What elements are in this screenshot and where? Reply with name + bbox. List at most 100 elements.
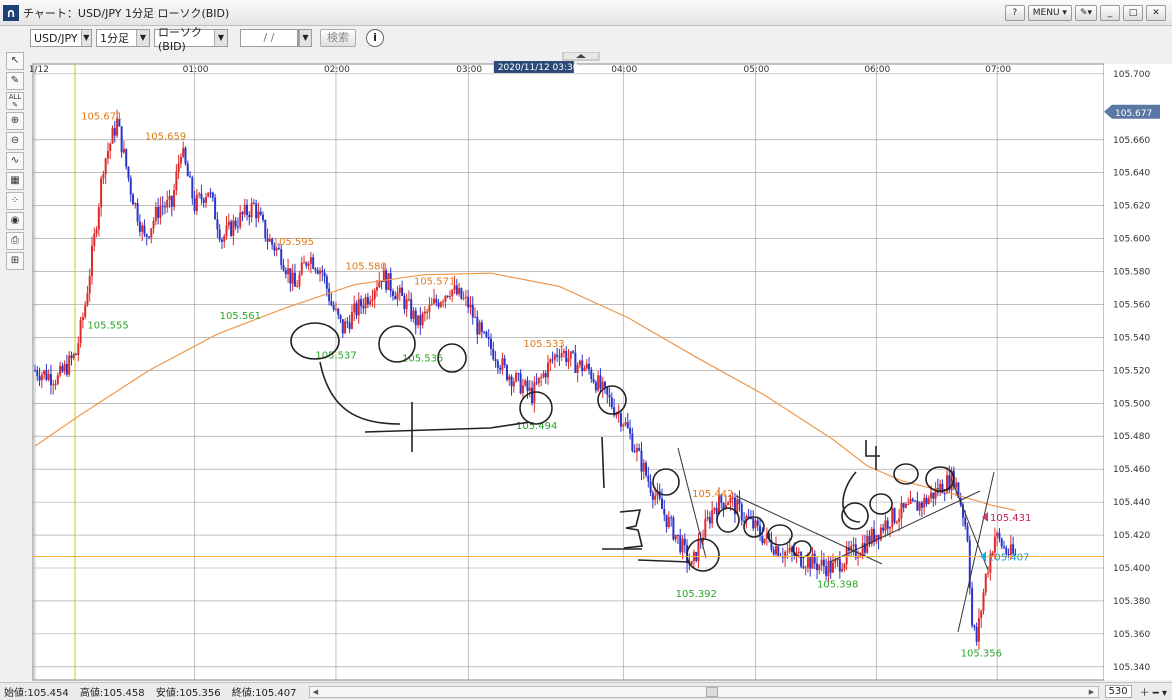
chart-type-select[interactable]: ローソク(BID) ▼: [154, 26, 228, 53]
zoom-out-icon[interactable]: ⊖: [6, 132, 24, 150]
candle-body: [904, 504, 907, 508]
chevron-down-icon: ▼: [80, 30, 91, 46]
candle-body: [756, 520, 759, 526]
candle-body: [391, 291, 394, 297]
candle-body: [252, 202, 255, 204]
zoom-controls[interactable]: ＋ ━ ▾: [1140, 684, 1167, 699]
candle-body: [287, 268, 290, 275]
indicator-icon[interactable]: ∿: [6, 152, 24, 170]
candle-body: [303, 262, 306, 264]
candle-body: [674, 534, 677, 540]
candlestick-chart[interactable]: 11/12 01:00 02:00 03:00 04:00 05:00 06:00 07:00…: [23, 51, 1172, 682]
price-tick-label: 105.480: [1113, 432, 1150, 442]
time-tick-label: 05:00: [743, 65, 769, 75]
table-icon[interactable]: ▦: [6, 172, 24, 190]
candle-body: [344, 321, 347, 334]
candle-body: [964, 517, 967, 526]
price-tick-label: 105.620: [1113, 202, 1150, 212]
high-price-label: 105.595: [273, 237, 314, 248]
candle-body: [752, 518, 755, 529]
candle-body: [163, 206, 166, 208]
candle-body: [40, 374, 43, 381]
price-tick-label: 105.440: [1113, 498, 1150, 508]
info-icon[interactable]: i: [366, 29, 384, 47]
candle-body: [537, 377, 540, 384]
candle-body: [277, 248, 280, 250]
search-button[interactable]: 検索: [320, 29, 356, 47]
close-button[interactable]: ✕: [1146, 5, 1166, 21]
candle-body: [337, 308, 340, 315]
candle-body: [895, 521, 898, 523]
timeframe-select[interactable]: 1分足 ▼: [96, 29, 150, 47]
all-tool-icon[interactable]: ALL ✎: [6, 92, 24, 110]
candle-body: [175, 171, 178, 191]
scroll-left-icon[interactable]: ◀: [310, 687, 322, 697]
candle-body: [943, 493, 946, 495]
candle-body: [553, 354, 556, 360]
candle-body: [173, 190, 176, 207]
menu-button[interactable]: MENU ▾: [1027, 5, 1072, 21]
candle-body: [243, 204, 246, 215]
candle-body: [398, 287, 401, 293]
date-dropdown[interactable]: ▼: [298, 29, 312, 47]
pair-select[interactable]: USD/JPY ▼: [30, 29, 92, 47]
print-icon[interactable]: ⎙: [6, 232, 24, 250]
date-input[interactable]: / /: [240, 29, 298, 47]
price-tick-label: 105.600: [1113, 235, 1150, 245]
candle-body: [542, 373, 545, 378]
candle-body: [818, 565, 821, 570]
scroll-right-icon[interactable]: ▶: [1086, 687, 1098, 697]
candle-body: [590, 369, 593, 380]
candle-body: [360, 299, 363, 307]
candle-body: [371, 298, 374, 301]
candle-body: [560, 353, 563, 357]
cursor-tool-icon[interactable]: ↖: [6, 52, 24, 70]
candle-body: [911, 499, 914, 501]
candle-body: [460, 288, 463, 299]
dots-icon[interactable]: ⁘: [6, 192, 24, 210]
candle-body: [125, 148, 128, 167]
high-price-label: 105.533: [523, 339, 564, 350]
candle-body: [357, 299, 360, 316]
candle-body: [531, 387, 534, 404]
low-value: 安値:105.356: [155, 688, 221, 699]
chart-scrollbar[interactable]: ◀ ▶: [308, 685, 1099, 698]
candle-body: [234, 220, 237, 227]
candle-body: [198, 193, 201, 195]
candle-body: [740, 504, 743, 521]
help-button[interactable]: ?: [1004, 5, 1025, 21]
high-price-label: 105.671: [81, 112, 122, 123]
candle-body: [373, 290, 376, 299]
candle-body: [651, 492, 654, 500]
candle-body: [195, 194, 198, 211]
ask-price-label: 105.431: [990, 513, 1031, 524]
candle-body: [971, 587, 974, 626]
candle-body: [512, 381, 515, 387]
candle-body: [624, 422, 627, 425]
maximize-button[interactable]: □: [1123, 5, 1143, 21]
candle-body: [788, 547, 791, 552]
candle-body: [772, 549, 775, 555]
window-title: チャート：USD/JPY 1分足 ローソク(BID): [23, 6, 230, 20]
candle-body: [499, 367, 502, 370]
candle-body: [95, 229, 98, 234]
chart-area[interactable]: 11/12 01:00 02:00 03:00 04:00 05:00 06:00 07:00…: [23, 51, 1172, 682]
candle-body: [177, 163, 180, 172]
candle-body: [975, 627, 978, 642]
scroll-thumb[interactable]: [705, 686, 718, 697]
pen-tool-icon[interactable]: ✎: [6, 72, 24, 90]
eye-icon[interactable]: ◉: [6, 212, 24, 230]
candle-body: [886, 520, 889, 529]
zoom-in-icon[interactable]: ⊕: [6, 112, 24, 130]
draw-menu-button[interactable]: ✎▾: [1074, 5, 1097, 21]
candle-body: [567, 358, 570, 363]
grid-icon[interactable]: ⊞: [6, 252, 24, 270]
candle-body: [941, 483, 944, 494]
price-tick-label: 105.560: [1113, 300, 1150, 310]
candle-body: [439, 302, 442, 307]
candle-body: [88, 276, 91, 294]
candle-body: [916, 500, 919, 511]
bar-count-field[interactable]: 530: [1104, 685, 1132, 698]
minimize-button[interactable]: _: [1100, 5, 1120, 21]
candle-body: [305, 262, 308, 266]
